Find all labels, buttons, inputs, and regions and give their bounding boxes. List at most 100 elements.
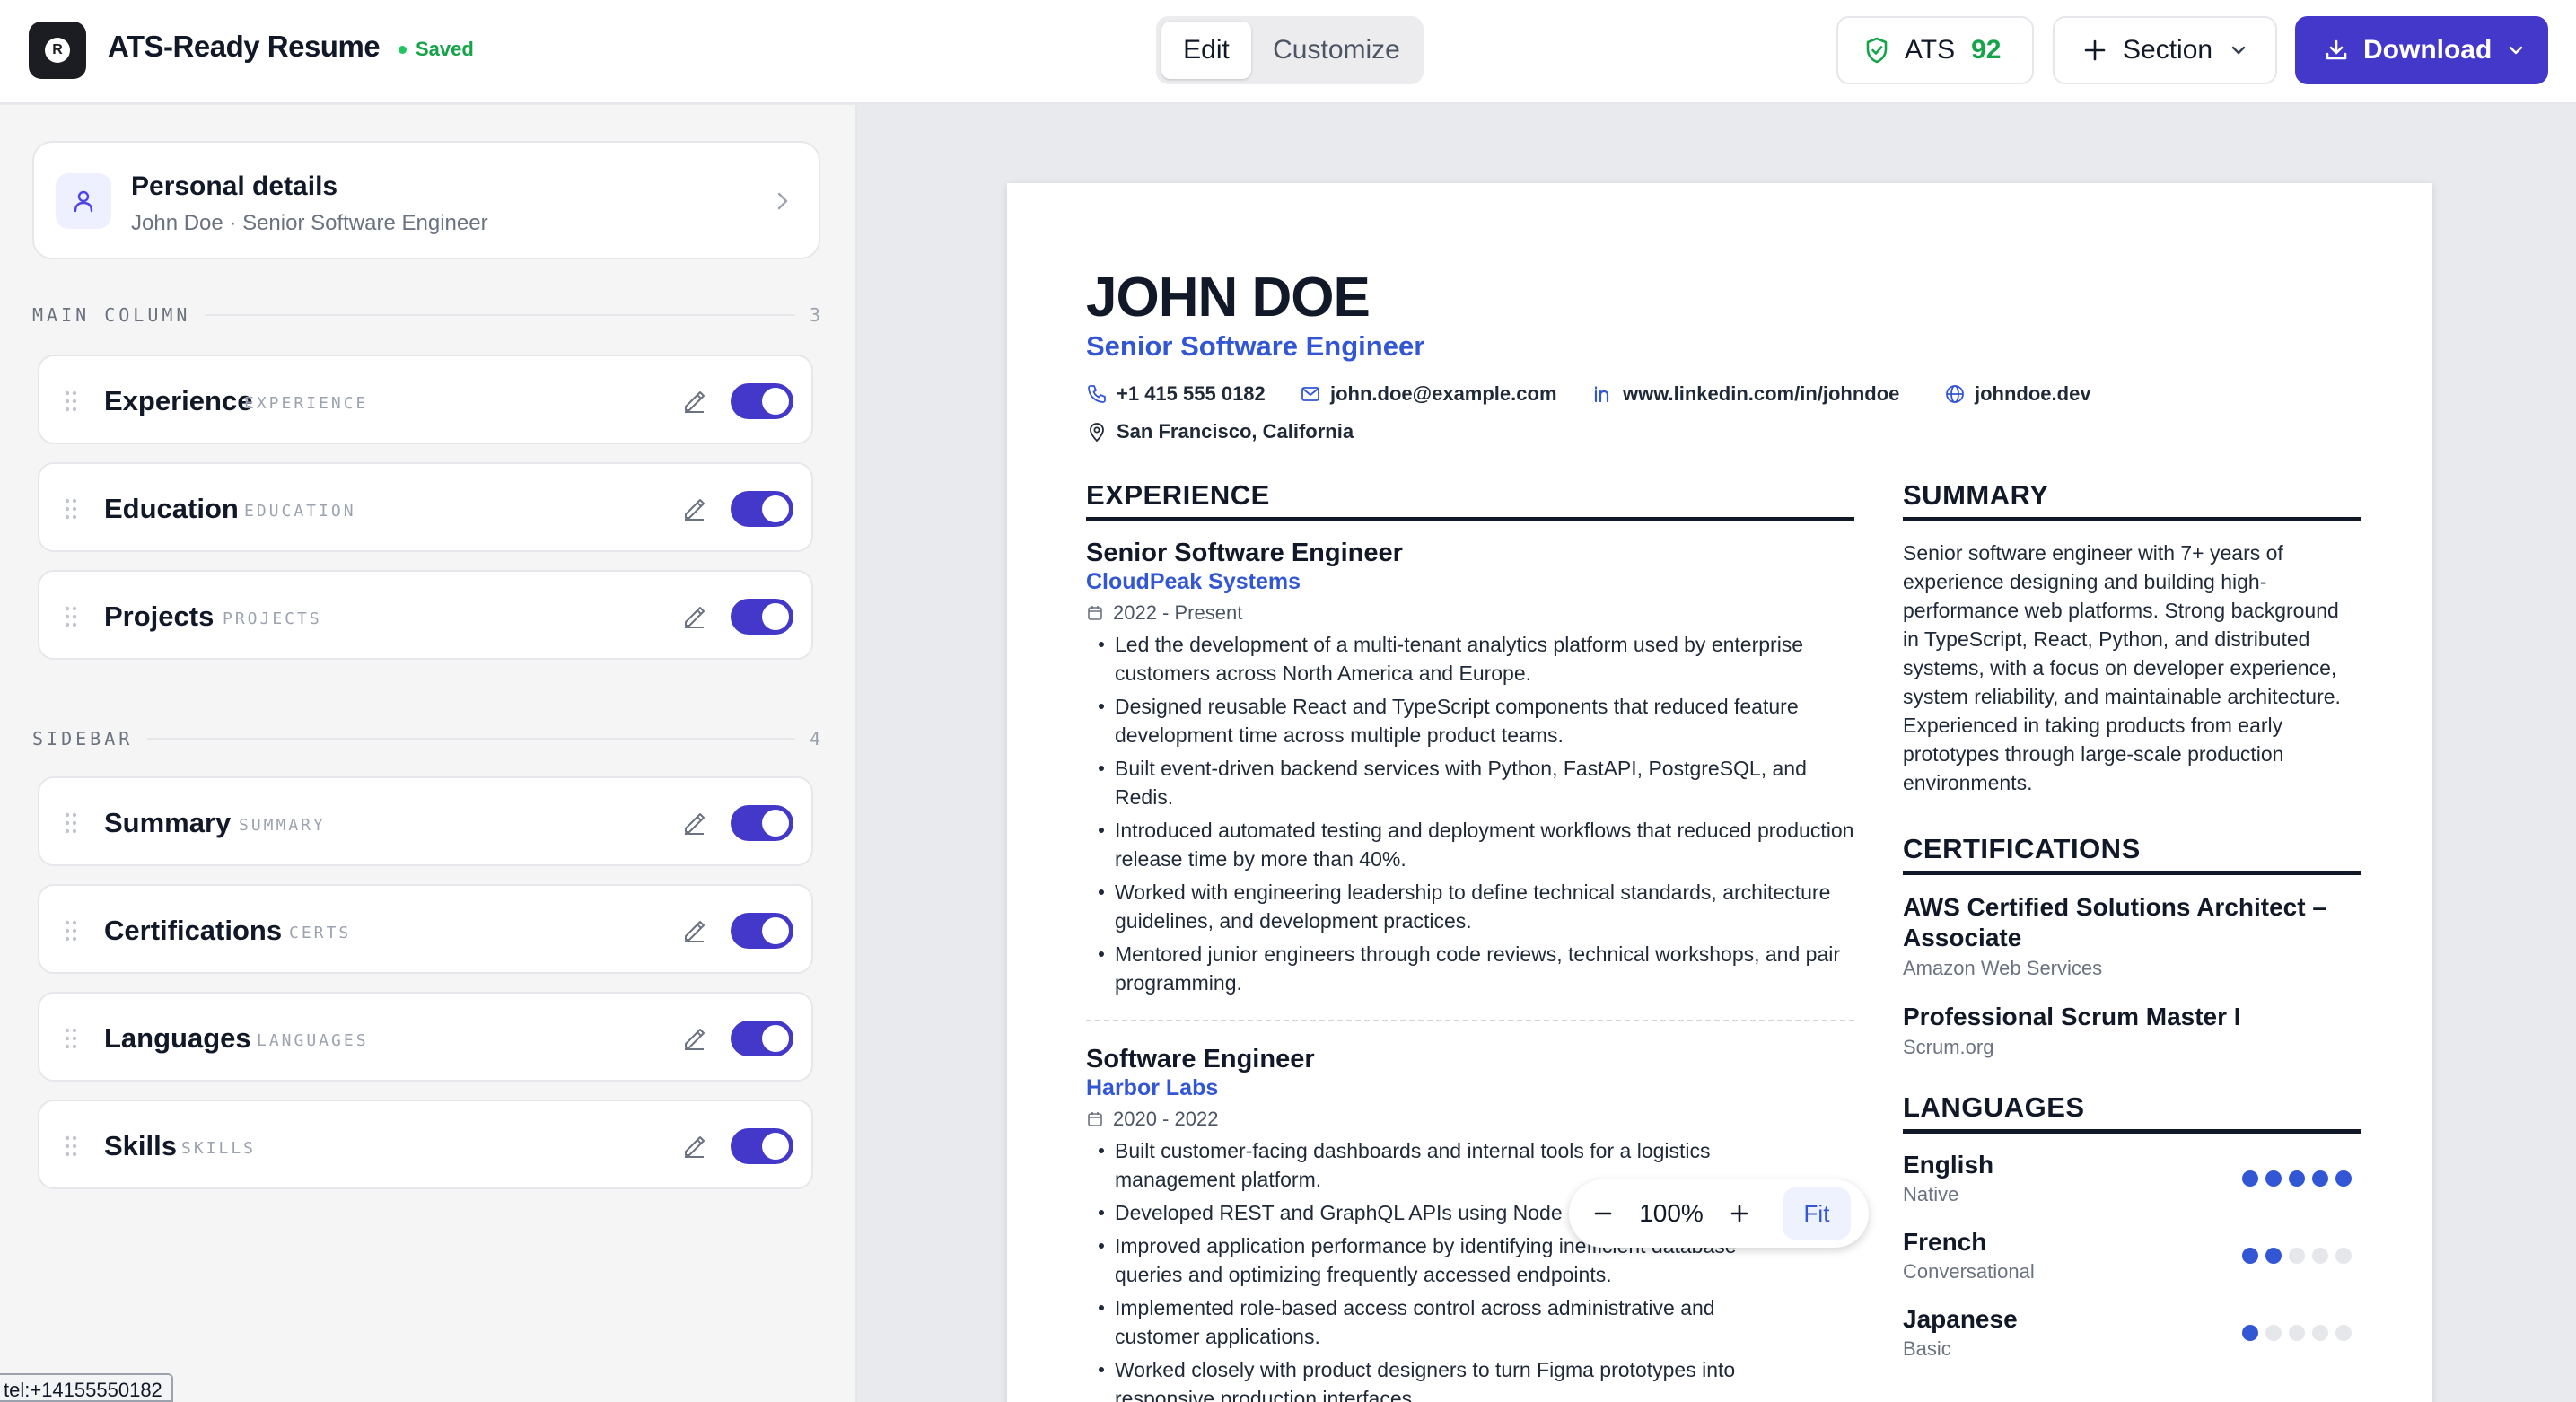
section-toggle[interactable] [731,599,793,635]
job-company: CloudPeak Systems [1086,569,1301,594]
contact-location: San Francisco, California [1086,420,1354,443]
ats-label: ATS [1905,35,1956,65]
job-dates: 2020 - 2022 [1086,1108,1218,1131]
section-tag: SKILLS [181,1139,257,1158]
proficiency-dot [2265,1248,2282,1264]
pencil-icon[interactable] [680,495,707,521]
editor-panel: Personal details John Doe · Senior Softw… [0,105,857,1402]
job-separator [1086,1020,1854,1021]
section-toggle[interactable] [731,805,793,841]
job-company: Harbor Labs [1086,1075,1219,1100]
section-name: Experience [104,385,253,416]
job-bullet: Led the development of a multi-tenant an… [1086,630,1854,688]
section-toggle[interactable] [731,491,793,527]
contact-website[interactable]: johndoe.dev [1944,382,2091,406]
zoom-fit-button[interactable]: Fit [1783,1187,1851,1240]
section-toggle[interactable] [731,1021,793,1056]
map-pin-icon [1086,421,1108,443]
saved-dot-icon [399,45,407,54]
section-toggle[interactable] [731,383,793,419]
toggle-knob [762,603,789,630]
section-name: Projects [104,600,215,632]
group-label-text: MAIN COLUMN [32,304,191,326]
language-name: English [1903,1151,1994,1179]
drag-handle-icon[interactable] [65,812,77,834]
pencil-icon[interactable] [680,1132,707,1159]
section-row-education[interactable]: Education EDUCATION [38,462,813,552]
saved-label: Saved [416,38,474,60]
pencil-icon[interactable] [680,602,707,629]
ats-score-button[interactable]: ATS 92 [1836,16,2034,84]
proficiency-dot [2312,1325,2328,1341]
toggle-knob [762,388,789,415]
section-toggle[interactable] [731,1128,793,1164]
add-section-button[interactable]: Section [2053,16,2277,84]
proficiency-dot [2335,1248,2352,1264]
section-name: Education [104,493,239,524]
section-row-projects[interactable]: Projects PROJECTS [38,570,813,660]
section-row-skills[interactable]: Skills SKILLS [38,1100,813,1189]
download-label: Download [2363,35,2493,65]
section-row-languages[interactable]: Languages LANGUAGES [38,992,813,1082]
proficiency-dot [2312,1170,2328,1187]
minus-icon [1592,1203,1614,1224]
zoom-out-button[interactable] [1576,1179,1630,1248]
logo-letter: R [45,38,70,63]
section-tag: EXPERIENCE [244,394,369,413]
contact-phone[interactable]: +1 415 555 0182 [1086,382,1266,406]
app-logo[interactable]: R [29,22,86,79]
section-toggle[interactable] [731,913,793,949]
section-name: Certifications [104,915,283,946]
customize-mode-button[interactable]: Customize [1255,22,1418,79]
chevron-down-icon [2506,40,2526,60]
drag-handle-icon[interactable] [65,920,77,942]
location-text: San Francisco, California [1117,420,1354,443]
zoom-level: 100% [1639,1199,1704,1227]
plus-icon [1729,1203,1750,1224]
drag-handle-icon[interactable] [65,606,77,627]
drag-handle-icon[interactable] [65,498,77,520]
calendar-icon [1086,1110,1104,1128]
job-bullets: Built customer-facing dashboards and int… [1086,1136,1804,1402]
shield-check-icon [1865,37,1888,64]
mode-switcher: Edit Customize [1156,16,1424,84]
linkedin-text: www.linkedin.com/in/johndoe [1623,382,1900,405]
drag-handle-icon[interactable] [65,1028,77,1049]
download-button[interactable]: Download [2295,16,2548,84]
language-proficiency-dots [2242,1248,2352,1264]
toggle-knob [762,810,789,837]
section-tag: EDUCATION [244,502,356,521]
app-title: ATS-Ready Resume [108,30,381,63]
section-tag: CERTS [289,924,352,942]
proficiency-dot [2289,1170,2305,1187]
pencil-icon[interactable] [680,916,707,943]
experience-heading: EXPERIENCE [1086,479,1854,521]
pencil-icon[interactable] [680,387,707,414]
calendar-icon [1086,604,1104,622]
personal-details-card[interactable]: Personal details John Doe · Senior Softw… [32,141,820,259]
contact-email[interactable]: john.doe@example.com [1300,382,1557,406]
drag-handle-icon[interactable] [65,390,77,412]
drag-handle-icon[interactable] [65,1135,77,1157]
section-row-certifications[interactable]: Certifications CERTS [38,884,813,974]
pencil-icon[interactable] [680,1024,707,1051]
email-text: john.doe@example.com [1330,382,1557,405]
edit-mode-button[interactable]: Edit [1161,22,1251,79]
job-dates-text: 2020 - 2022 [1113,1108,1219,1130]
section-row-experience[interactable]: Experience EXPERIENCE [38,355,813,444]
summary-heading: SUMMARY [1903,479,2361,521]
section-name: Languages [104,1022,251,1054]
job-bullet: Mentored junior engineers through code r… [1086,940,1854,997]
certifications-heading: CERTIFICATIONS [1903,833,2361,875]
website-text: johndoe.dev [1975,382,2091,405]
proficiency-dot [2289,1325,2305,1341]
zoom-in-button[interactable] [1713,1179,1766,1248]
plus-icon [2083,39,2107,62]
section-name: Summary [104,807,232,838]
pencil-icon[interactable] [680,809,707,836]
proficiency-dot [2312,1248,2328,1264]
contact-linkedin[interactable]: www.linkedin.com/in/johndoe [1592,382,1899,406]
saved-status: Saved [399,38,474,61]
phone-icon [1086,383,1108,405]
section-row-summary[interactable]: Summary SUMMARY [38,776,813,866]
